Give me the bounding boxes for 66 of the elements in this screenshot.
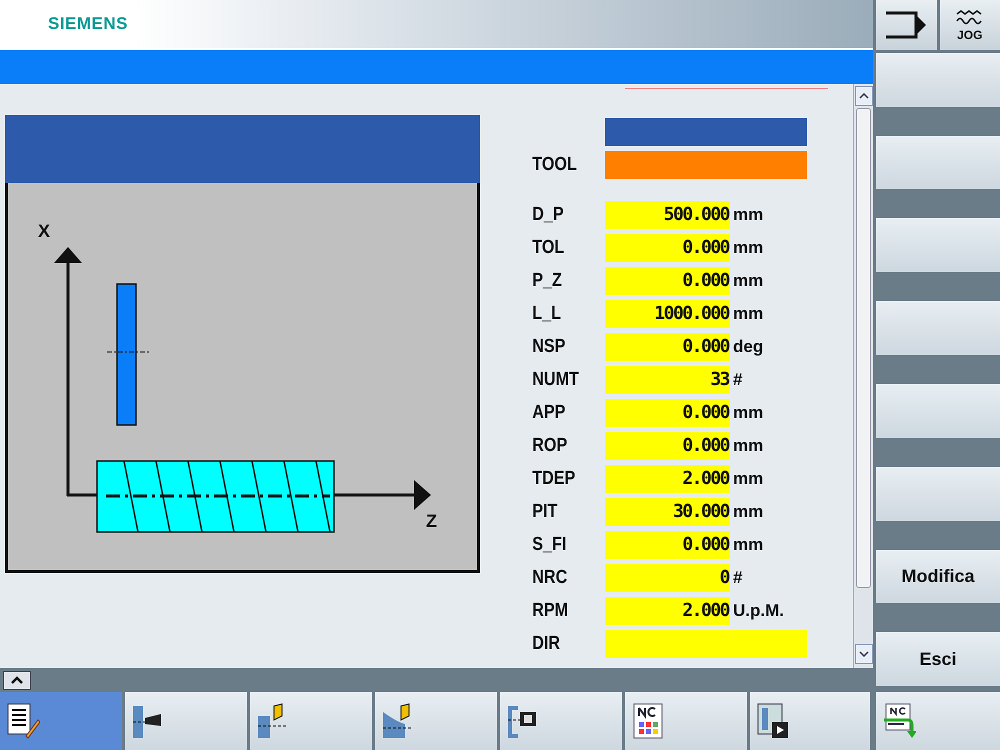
parameter-label: NRC <box>531 566 568 588</box>
value-field[interactable]: 33 <box>605 366 730 394</box>
softkey[interactable] <box>0 692 122 750</box>
unit-label: # <box>732 568 742 588</box>
parameter-label: NUMT <box>531 368 580 390</box>
brand-logo: SIEMENS <box>48 14 128 34</box>
nc-load-icon <box>882 702 916 740</box>
value-field[interactable]: 2.000 <box>605 464 730 492</box>
value-field[interactable]: 30.000 <box>605 498 730 526</box>
parameter-label: P_Z <box>531 270 563 292</box>
bracket-arrow-icon <box>884 8 928 41</box>
simulation-icon <box>756 702 790 740</box>
value-field[interactable]: 0 <box>605 564 730 592</box>
softkey[interactable] <box>500 692 622 750</box>
expand-button[interactable] <box>3 670 31 690</box>
value-field[interactable]: 0.000 <box>605 398 730 426</box>
unit-label: mm <box>732 436 764 456</box>
parameter-label: TOOL <box>531 154 578 176</box>
softkey[interactable] <box>876 692 1000 750</box>
softkey[interactable] <box>125 692 247 750</box>
z-axis-label: Z <box>426 511 437 532</box>
parameter-label: D_P <box>531 204 565 226</box>
caret-up-icon <box>11 676 23 684</box>
nc-program-icon <box>631 702 665 740</box>
scroll-up-icon <box>859 93 869 99</box>
value-field[interactable]: 0.000 <box>605 234 730 262</box>
tool-field[interactable] <box>605 150 807 178</box>
parameter-label: RPM <box>531 600 570 622</box>
softkey[interactable] <box>625 692 747 750</box>
unit-label: mm <box>732 402 764 422</box>
unit-label: mm <box>732 238 764 258</box>
parameter-label: NSP <box>531 336 566 358</box>
unit-label: mm <box>732 270 764 290</box>
value-field[interactable]: 500.000 <box>605 200 730 228</box>
edit-document-icon <box>6 702 40 740</box>
scroll-thumb[interactable] <box>856 108 871 588</box>
unit-label: U.p.M. <box>732 600 784 620</box>
unit-label: mm <box>732 304 764 324</box>
parameter-label: TDEP <box>531 468 576 490</box>
parameter-label: DIR <box>531 632 562 654</box>
value-field[interactable]: 0.000 <box>605 432 730 460</box>
softkey[interactable]: Modifica <box>876 550 1000 604</box>
value-field[interactable]: 2.000 <box>605 596 730 624</box>
value-field[interactable]: 1000.000 <box>605 300 730 328</box>
unit-label: # <box>732 370 742 390</box>
scroll-down-icon <box>859 651 869 657</box>
value-field[interactable]: 0.000 <box>605 530 730 558</box>
mode-label: JOG <box>957 28 982 41</box>
value-field[interactable]: 0.000 <box>605 332 730 360</box>
softkey[interactable]: Esci <box>876 632 1000 686</box>
value-field[interactable]: 0.000 <box>605 266 730 294</box>
parameter-label: S_FI <box>531 534 568 556</box>
unit-label: mm <box>732 468 764 488</box>
parameter-label: L_L <box>531 302 562 324</box>
scrollbar[interactable] <box>853 84 873 668</box>
unit-label: mm <box>732 534 764 554</box>
parameter-label: ROP <box>531 434 568 456</box>
unit-label: mm <box>732 502 764 522</box>
softkey[interactable] <box>750 692 870 750</box>
x-axis-label: X <box>38 221 50 242</box>
parameter-label: APP <box>531 402 566 424</box>
select-field[interactable] <box>605 630 807 658</box>
parameter-label: PIT <box>531 500 558 522</box>
unit-label: mm <box>732 204 764 224</box>
parameter-label: TOL <box>531 236 566 258</box>
unit-label: deg <box>732 336 764 356</box>
